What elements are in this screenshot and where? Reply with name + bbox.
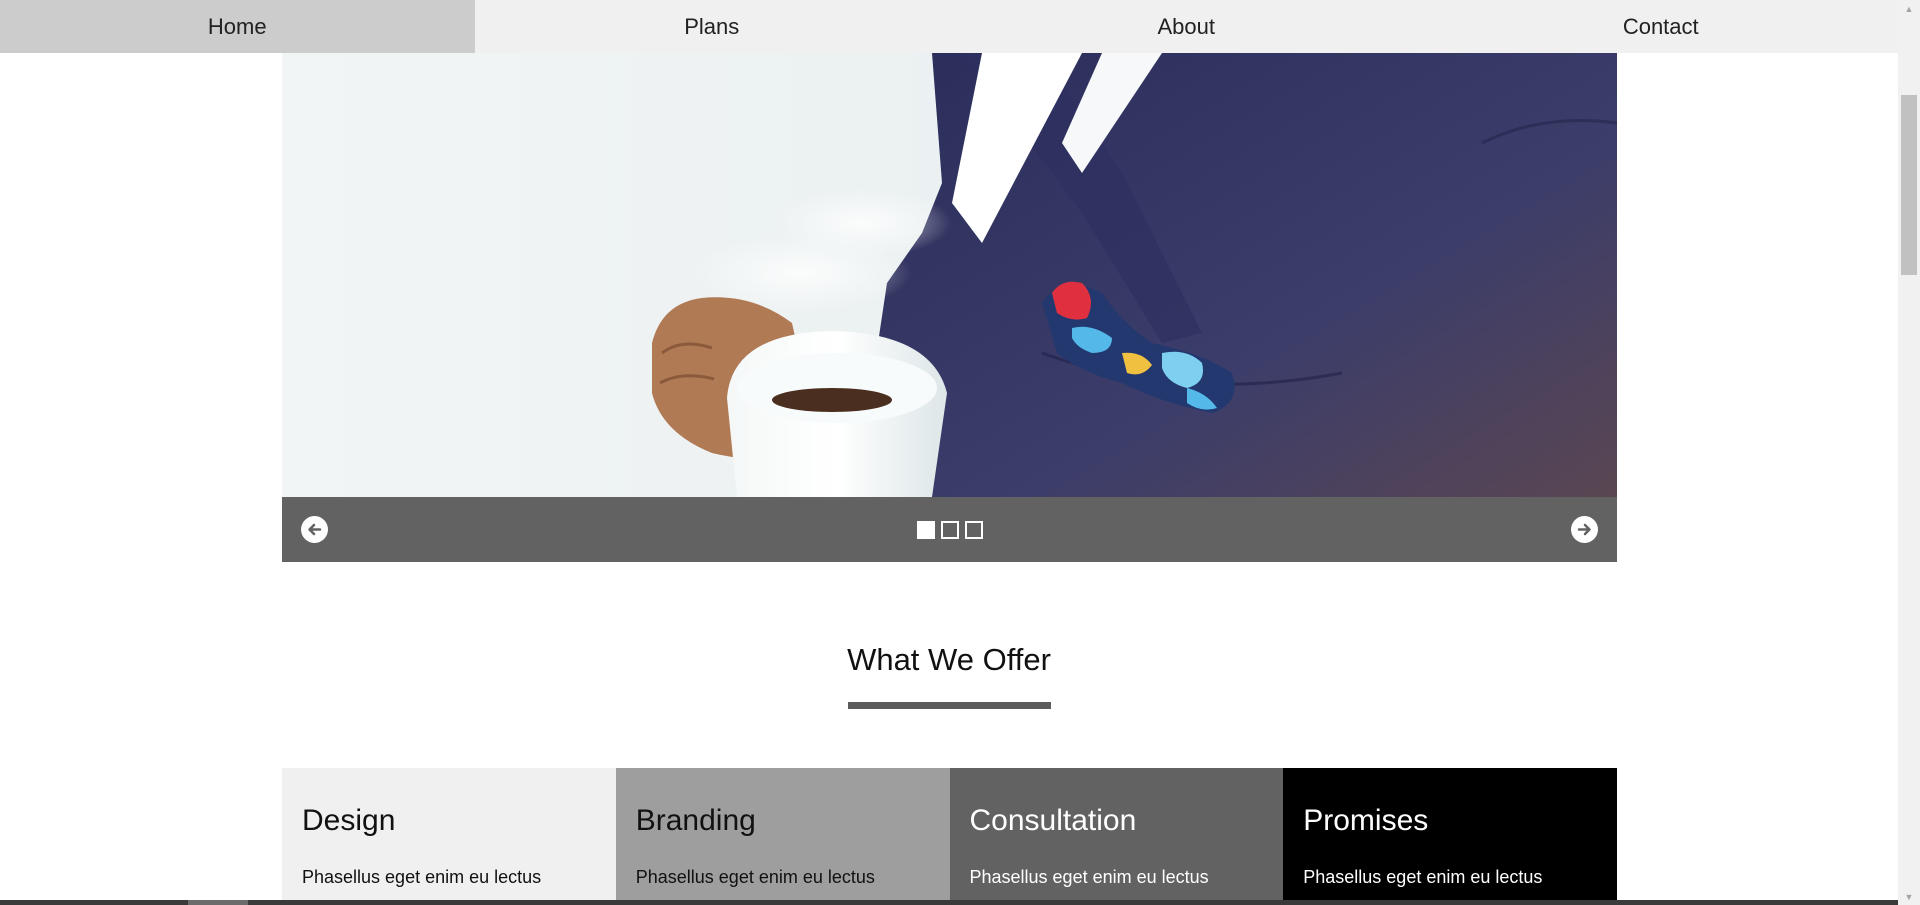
nav-item-label: Contact xyxy=(1622,13,1699,39)
card-text: Phasellus eget enim eu lectus xyxy=(969,867,1209,887)
card-text: Phasellus eget enim eu lectus xyxy=(302,867,542,887)
slide-dot-1[interactable] xyxy=(916,521,935,539)
slide-image xyxy=(282,53,1617,497)
nav-item-label: Plans xyxy=(684,13,740,39)
section-heading: What We Offer xyxy=(847,642,1051,677)
scroll-thumb[interactable] xyxy=(1901,95,1917,275)
card-branding: Branding Phasellus eget enim eu lectus xyxy=(615,768,950,905)
horizontal-scroll-thumb[interactable] xyxy=(188,900,248,905)
card-design: Design Phasellus eget enim eu lectus xyxy=(282,768,616,905)
card-title: Consultation xyxy=(969,804,1137,837)
nav-item-plans[interactable]: Plans xyxy=(475,0,950,53)
slide-dot-2[interactable] xyxy=(940,521,959,539)
card-consultation: Consultation Phasellus eget enim eu lect… xyxy=(949,768,1284,905)
slider-controls xyxy=(282,497,1617,562)
nav-item-label: About xyxy=(1157,13,1216,39)
card-text: Phasellus eget enim eu lectus xyxy=(1303,867,1543,887)
heading-underline xyxy=(848,702,1051,709)
card-title: Design xyxy=(302,804,396,837)
card-text: Phasellus eget enim eu lectus xyxy=(635,867,875,887)
scroll-up-icon[interactable]: ▲ xyxy=(1898,0,1920,17)
horizontal-scrollbar[interactable] xyxy=(0,900,1898,905)
card-title: Promises xyxy=(1303,804,1429,837)
nav-item-label: Home xyxy=(207,13,267,39)
card-promises: Promises Phasellus eget enim eu lectus xyxy=(1283,768,1617,905)
arrow-right-circle-icon[interactable] xyxy=(1571,516,1598,543)
nav-item-about[interactable]: About xyxy=(949,0,1424,53)
offer-cards: Design Phasellus eget enim eu lectus Bra… xyxy=(282,768,1617,905)
scroll-down-icon[interactable]: ▼ xyxy=(1898,888,1920,905)
coffee-cup-suit-photo xyxy=(282,53,1617,497)
nav-item-home[interactable]: Home xyxy=(0,0,475,53)
top-nav: Home Plans About Contact xyxy=(0,0,1898,53)
card-title: Branding xyxy=(635,804,756,837)
slide-indicators xyxy=(916,521,983,539)
arrow-left-circle-icon[interactable] xyxy=(301,516,328,543)
nav-item-contact[interactable]: Contact xyxy=(1424,0,1899,53)
image-slider xyxy=(282,53,1617,562)
vertical-scrollbar[interactable]: ▲ ▼ xyxy=(1898,0,1920,905)
slide-dot-3[interactable] xyxy=(964,521,983,539)
